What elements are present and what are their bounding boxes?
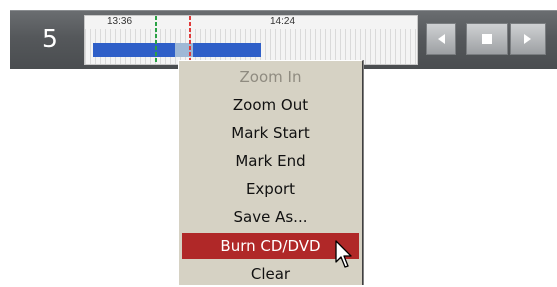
- next-button[interactable]: [510, 23, 546, 55]
- square-stop-icon: [482, 34, 492, 44]
- mark-end-line[interactable]: [189, 16, 191, 64]
- stop-button[interactable]: [466, 23, 508, 55]
- menu-item-mark-end[interactable]: Mark End: [182, 148, 359, 174]
- previous-button[interactable]: [426, 23, 456, 55]
- menu-item-burn-cd-dvd[interactable]: Burn CD/DVD: [182, 233, 359, 259]
- recording-segment[interactable]: [93, 43, 175, 57]
- menu-item-save-as[interactable]: Save As...: [182, 204, 359, 230]
- menu-item-clear[interactable]: Clear: [182, 261, 359, 287]
- time-label-end: 14:24: [270, 16, 296, 27]
- mouse-pointer-icon: [335, 240, 352, 268]
- recording-segment[interactable]: [193, 43, 261, 57]
- menu-item-export[interactable]: Export: [182, 176, 359, 202]
- menu-item-zoom-out[interactable]: Zoom Out: [182, 92, 359, 118]
- triangle-right-icon: [524, 34, 531, 44]
- timeline-bar[interactable]: 13:36 14:24: [84, 15, 418, 65]
- mark-start-line[interactable]: [155, 16, 157, 64]
- time-label-start: 13:36: [107, 16, 133, 27]
- menu-item-mark-start[interactable]: Mark Start: [182, 120, 359, 146]
- triangle-left-icon: [438, 34, 445, 44]
- menu-item-zoom-in: Zoom In: [239, 68, 302, 86]
- camera-number: 5: [42, 24, 58, 53]
